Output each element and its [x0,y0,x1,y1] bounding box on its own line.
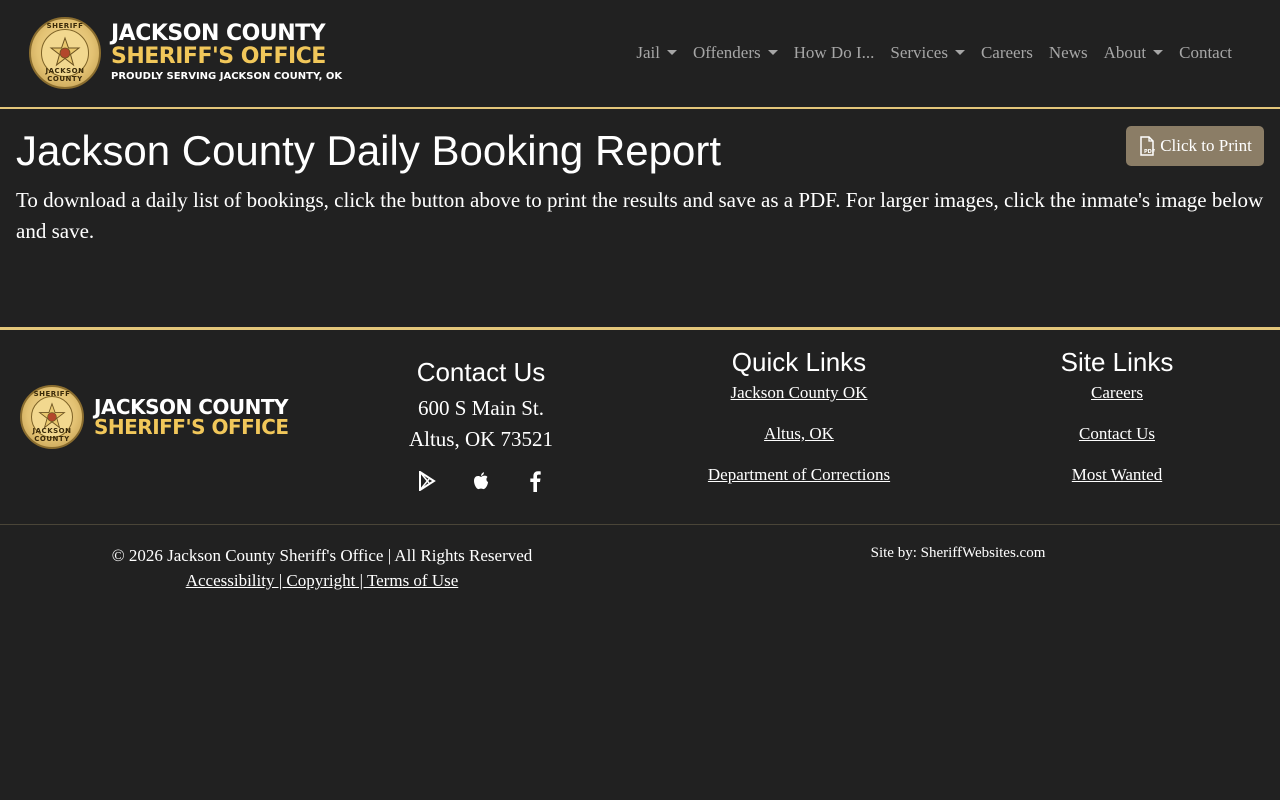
link-contact-us[interactable]: Contact Us [967,424,1267,444]
logo-tagline: PROUDLY SERVING JACKSON COUNTY, OK [111,71,343,82]
nav-label: How Do I... [793,43,875,62]
link-most-wanted[interactable]: Most Wanted [967,465,1267,485]
copyright-block: © 2026 Jackson County Sheriff's Office |… [22,543,622,593]
logo-title-line1: JACKSON COUNTY [111,21,326,46]
site-by-credit[interactable]: Site by: SheriffWebsites.com [808,543,1108,563]
caret-down-icon [767,49,778,55]
nav-item-contact[interactable]: Contact [1179,43,1232,63]
facebook-icon[interactable] [525,469,545,493]
site-logo[interactable]: SHERIFF JACKSON COUNTY JACKSON COUNTY SH… [29,17,342,89]
intro-text: To download a daily list of bookings, cl… [16,188,1264,243]
nav-label: Contact [1179,43,1232,62]
quick-links-heading: Quick Links [731,347,867,377]
main-nav: Jail Offenders How Do I... Services Care… [636,43,1232,63]
nav-label: Jail [636,43,660,62]
site-links-heading: Site Links [1060,347,1174,377]
sheriff-badge-icon: SHERIFF JACKSON COUNTY [29,17,101,89]
nav-label: Careers [980,43,1033,62]
nav-label: About [1103,43,1147,62]
badge-bottom-text: JACKSON COUNTY [32,427,72,443]
address-line2: Altus, OK 73521 [408,427,554,451]
print-button-label: Click to Print [1160,136,1252,155]
copyright-text: © 2026 Jackson County Sheriff's Office |… [111,546,533,565]
link-careers[interactable]: Careers [967,383,1267,403]
contact-heading: Contact Us [416,357,546,387]
link-accessibility[interactable]: Accessibility | [186,571,287,590]
link-jackson-county-ok[interactable]: Jackson County OK [649,383,949,403]
link-altus-ok[interactable]: Altus, OK [649,424,949,444]
badge-bottom-text: JACKSON COUNTY [45,67,85,83]
link-terms-of-use[interactable]: Terms of Use [367,571,458,590]
footer-contact: Contact Us 600 S Main St. Altus, OK 7352… [331,355,631,493]
nav-item-jail[interactable]: Jail [636,43,677,63]
footer-quick-links: Quick Links Jackson County OK Altus, OK … [649,345,949,506]
google-play-icon[interactable] [417,469,437,493]
badge-top-text: SHERIFF [33,390,71,398]
nav-label: Services [890,43,948,62]
nav-item-careers[interactable]: Careers [981,43,1033,63]
caret-down-icon [1153,49,1164,55]
pdf-file-icon: PDF [1138,136,1156,156]
legal-links: Accessibility | Copyright | Terms of Use [22,568,622,593]
section-divider [0,327,1280,330]
caret-down-icon [954,49,965,55]
footer-logo-line1: JACKSON COUNTY [94,395,288,419]
print-button[interactable]: PDF Click to Print [1126,126,1264,166]
svg-text:PDF: PDF [1144,149,1155,155]
nav-item-news[interactable]: News [1049,43,1088,63]
nav-item-how-do-i[interactable]: How Do I... [794,43,875,63]
nav-item-offenders[interactable]: Offenders [693,43,778,63]
social-links [331,469,631,493]
nav-item-about[interactable]: About [1104,43,1164,63]
logo-title-line2: SHERIFF'S OFFICE [111,44,326,69]
nav-label: News [1048,43,1088,62]
page-title: Jackson County Daily Booking Report [16,127,722,174]
footer-logo-line2: SHERIFF'S OFFICE [94,415,289,439]
nav-item-services[interactable]: Services [890,43,965,63]
badge-top-text: SHERIFF [46,22,84,30]
link-department-of-corrections[interactable]: Department of Corrections [649,465,949,485]
footer-logo[interactable]: SHERIFF JACKSON COUNTY JACKSON COUNTY SH… [20,385,289,449]
caret-down-icon [666,49,677,55]
link-copyright[interactable]: Copyright | [286,571,367,590]
sheriff-badge-icon: SHERIFF JACKSON COUNTY [20,385,84,449]
footer-divider [0,524,1280,525]
nav-label: Offenders [692,43,761,62]
address-line1: 600 S Main St. [417,396,545,420]
footer-site-links: Site Links Careers Contact Us Most Wante… [967,345,1267,506]
apple-icon[interactable] [471,469,491,493]
site-header: SHERIFF JACKSON COUNTY JACKSON COUNTY SH… [0,0,1280,109]
